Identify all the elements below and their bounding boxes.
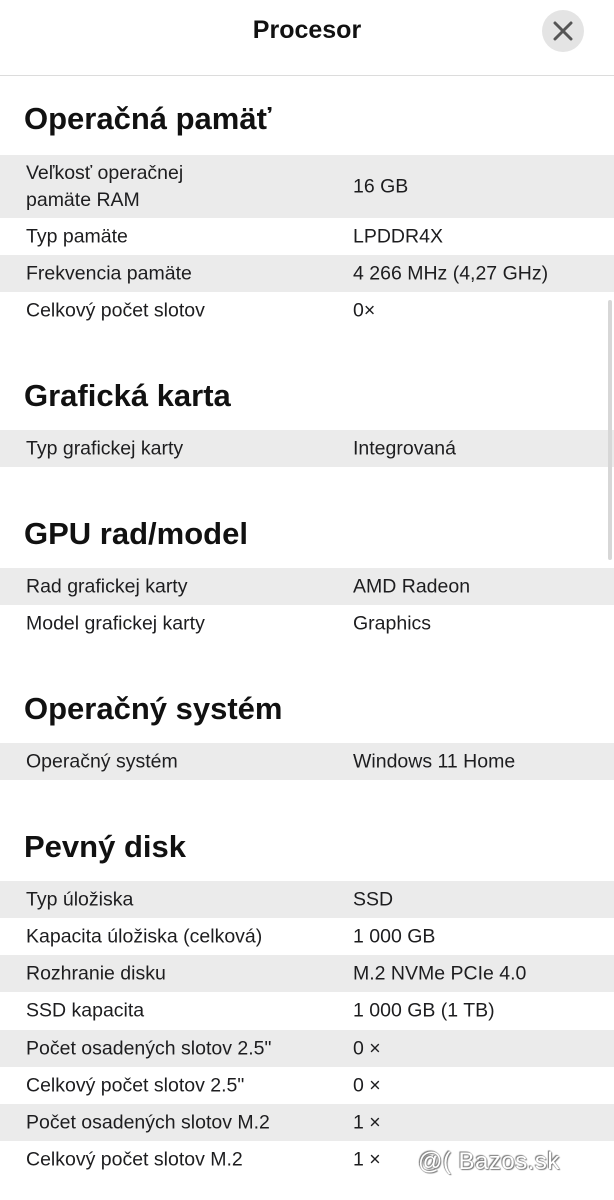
spec-row: SSD kapacita 1 000 GB (1 TB) xyxy=(0,992,614,1029)
spec-key: Celkový počet slotov 2.5" xyxy=(26,1074,245,1096)
spec-key: Typ úložiska xyxy=(26,888,134,910)
spec-key: Operačný systém xyxy=(26,750,178,772)
spec-value: Windows 11 Home xyxy=(353,750,516,772)
spec-value: 1 000 GB xyxy=(353,925,436,947)
spec-row: Typ pamäte LPDDR4X xyxy=(0,218,614,255)
spec-key: SSD kapacita xyxy=(26,999,145,1021)
spec-value: 1 000 GB (1 TB) xyxy=(353,999,495,1021)
spec-row: Počet osadených slotov 2.5" 0 × xyxy=(0,1030,614,1067)
spec-row: Typ grafickej karty Integrovaná xyxy=(0,430,614,467)
section-title: Operačný systém xyxy=(24,691,283,726)
section-title: GPU rad/model xyxy=(24,516,248,551)
section-title: Operačná pamäť xyxy=(24,101,272,136)
spec-key: Počet osadených slotov M.2 xyxy=(26,1111,270,1133)
spec-value: LPDDR4X xyxy=(353,225,443,247)
spec-value: Integrovaná xyxy=(353,437,456,459)
spec-key: Rad grafickej karty xyxy=(26,575,188,597)
spec-key: Typ pamäte xyxy=(26,225,128,247)
spec-value: 0 × xyxy=(353,1074,381,1096)
spec-value: AMD Radeon xyxy=(353,575,471,597)
watermark: @( Bazos.sk xyxy=(418,1148,560,1175)
spec-row: Rozhranie disku M.2 NVMe PCIe 4.0 xyxy=(0,955,614,992)
spec-value: 1 × xyxy=(353,1111,381,1133)
spec-value: 0 × xyxy=(353,1037,381,1059)
modal-header: Procesor xyxy=(0,0,614,76)
spec-key: Typ grafickej karty xyxy=(26,437,184,459)
spec-value: SSD xyxy=(353,888,394,910)
spec-row: Operačný systém Windows 11 Home xyxy=(0,743,614,780)
spec-key: Frekvencia pamäte xyxy=(26,262,192,284)
spec-row: Celkový počet slotov 2.5" 0 × xyxy=(0,1067,614,1104)
spec-row: Frekvencia pamäte 4 266 MHz (4,27 GHz) xyxy=(0,255,614,292)
spec-value: M.2 NVMe PCIe 4.0 xyxy=(353,962,527,984)
spec-value: 16 GB xyxy=(353,175,409,197)
spec-row: Veľkosť operačnej pamäte RAM 16 GB xyxy=(0,155,614,218)
spec-row: Model grafickej karty Graphics xyxy=(0,605,614,642)
spec-key: Počet osadených slotov 2.5" xyxy=(26,1037,272,1059)
spec-value: 0× xyxy=(353,299,376,321)
spec-key: Rozhranie disku xyxy=(26,962,166,984)
spec-key: Veľkosť operačnej pamäte RAM xyxy=(26,161,184,211)
spec-row: Počet osadených slotov M.2 1 × xyxy=(0,1104,614,1141)
spec-row: Kapacita úložiska (celková) 1 000 GB xyxy=(0,918,614,955)
section-title: Pevný disk xyxy=(24,829,186,864)
modal-title: Procesor xyxy=(252,16,362,44)
spec-row: Rad grafickej karty AMD Radeon xyxy=(0,568,614,605)
spec-value: 1 × xyxy=(353,1148,381,1170)
spec-value: Graphics xyxy=(353,612,432,634)
spec-value: 4 266 MHz (4,27 GHz) xyxy=(353,262,549,284)
spec-row: Typ úložiska SSD xyxy=(0,881,614,918)
scrollbar[interactable] xyxy=(608,300,612,560)
spec-key: Celkový počet slotov M.2 xyxy=(26,1148,243,1170)
spec-key: Celkový počet slotov xyxy=(26,299,205,321)
close-icon xyxy=(553,21,573,41)
close-button[interactable] xyxy=(542,10,584,52)
section-title: Grafická karta xyxy=(24,378,231,413)
spec-row: Celkový počet slotov 0× xyxy=(0,292,614,329)
spec-key: Model grafickej karty xyxy=(26,612,205,634)
spec-key: Kapacita úložiska (celková) xyxy=(26,925,263,947)
